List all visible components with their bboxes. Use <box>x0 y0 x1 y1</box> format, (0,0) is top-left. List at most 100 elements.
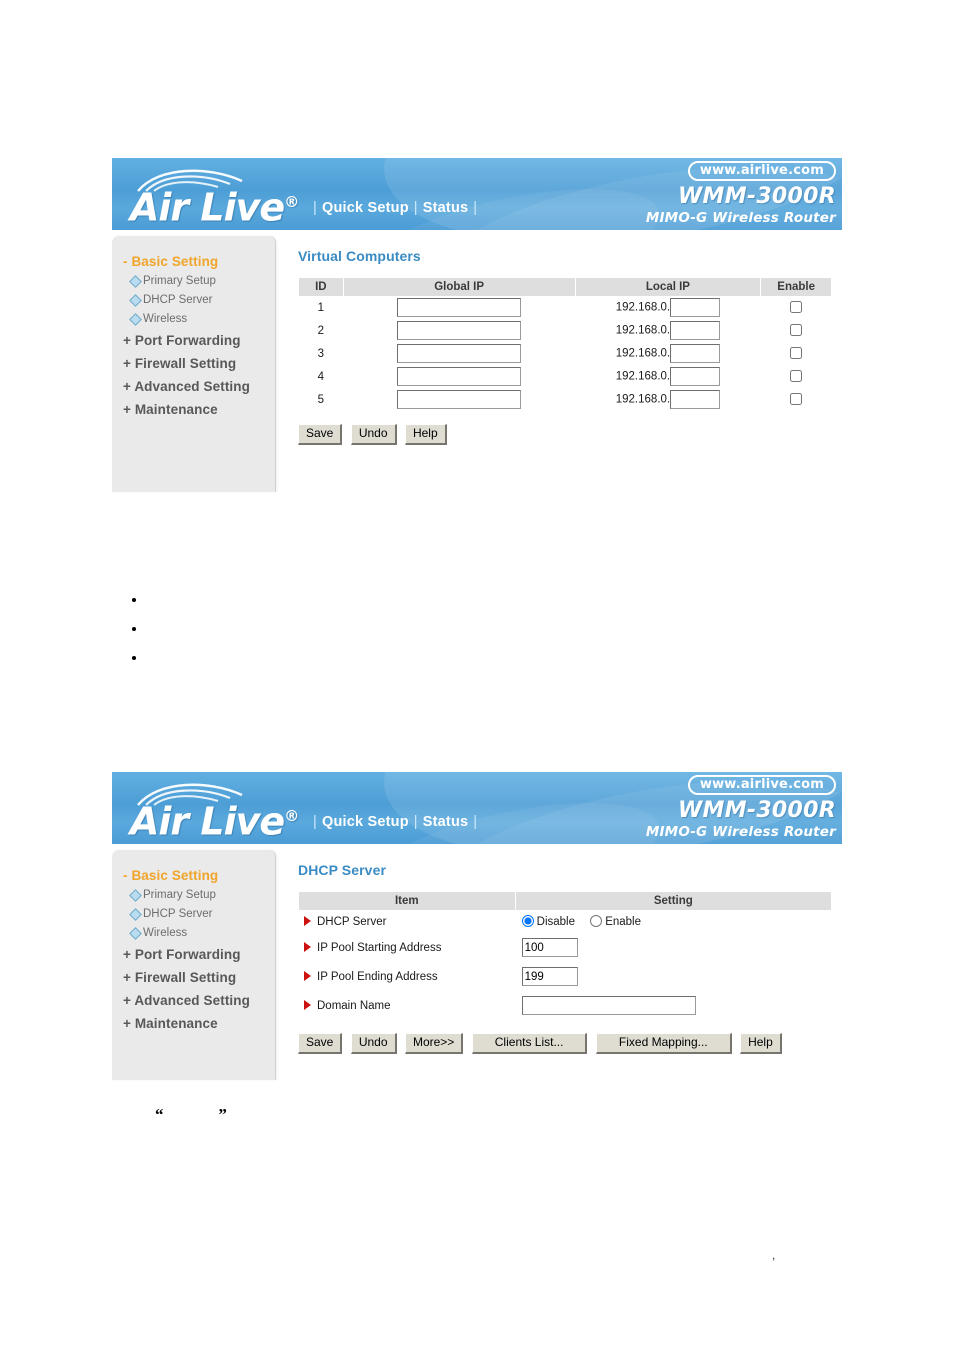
enable-checkbox[interactable] <box>790 301 803 314</box>
global-ip-input[interactable] <box>397 344 522 363</box>
sidebar-item-advanced-setting[interactable]: + Advanced Setting <box>112 375 275 398</box>
sidebar-item-port-forwarding[interactable]: + Port Forwarding <box>112 329 275 352</box>
clients-list-button[interactable]: Clients List... <box>471 1033 588 1054</box>
setting-value-cell: Disable Enable <box>516 910 831 933</box>
page-title: Virtual Computers <box>298 248 421 264</box>
local-ip-suffix-input[interactable] <box>670 298 721 317</box>
virtual-computers-table: ID Global IP Local IP Enable 1 192.168.0… <box>298 278 832 411</box>
quote-close: ” <box>218 1105 228 1124</box>
column-header-setting: Setting <box>515 892 831 910</box>
ip-pool-ending-address-input[interactable] <box>521 967 578 986</box>
sidebar-item-primary-setup[interactable]: Primary Setup <box>112 272 275 291</box>
sidebar-item-dhcp-server[interactable]: DHCP Server <box>112 291 275 310</box>
sidebar-item-basic-setting[interactable]: - Basic Setting <box>112 868 275 886</box>
enable-checkbox[interactable] <box>790 370 803 383</box>
website-url-badge[interactable]: www.airlive.com <box>687 161 836 181</box>
column-header-enable: Enable <box>761 278 831 296</box>
enable-cell <box>761 342 831 365</box>
global-ip-input[interactable] <box>397 390 522 409</box>
local-ip-cell: 192.168.0. <box>576 342 761 365</box>
setting-value-cell <box>516 933 831 962</box>
nav-link-quick-setup[interactable]: Quick Setup <box>322 814 409 830</box>
sidebar-item-firewall-setting[interactable]: + Firewall Setting <box>112 966 275 989</box>
enable-cell <box>761 296 831 319</box>
page-body: - Basic Setting Primary Setup DHCP Serve… <box>112 844 842 1080</box>
sidebar-item-wireless[interactable]: Wireless <box>112 924 275 943</box>
save-button[interactable]: Save <box>298 1033 343 1054</box>
disable-radio[interactable] <box>521 915 534 927</box>
radio-option-enable[interactable]: Enable <box>590 915 642 928</box>
sidebar-item-label: Primary Setup <box>143 275 216 287</box>
local-ip-suffix-input[interactable] <box>670 321 721 340</box>
sidebar-item-firewall-setting[interactable]: + Firewall Setting <box>112 352 275 375</box>
enable-checkbox[interactable] <box>790 347 803 360</box>
row-id: 5 <box>317 393 325 406</box>
page-body: - Basic Setting Primary Setup DHCP Serve… <box>112 230 842 492</box>
diamond-bullet-icon <box>129 275 142 288</box>
sidebar-item-basic-setting[interactable]: - Basic Setting <box>112 254 275 272</box>
sidebar-item-maintenance[interactable]: + Maintenance <box>112 1012 275 1035</box>
logo-wordmark-text: Air Live <box>130 799 285 844</box>
sidebar-item-label: Wireless <box>143 313 188 325</box>
sidebar-item-port-forwarding[interactable]: + Port Forwarding <box>112 943 275 966</box>
more-button[interactable]: More>> <box>404 1033 464 1054</box>
global-ip-cell <box>344 388 575 411</box>
router-admin-panel-dhcp-server: Air Live® | Quick Setup | Status | www.airli… <box>112 772 842 1080</box>
help-button[interactable]: Help <box>740 1033 782 1054</box>
enable-cell <box>761 319 831 342</box>
diamond-bullet-icon <box>129 927 142 940</box>
undo-button[interactable]: Undo <box>350 424 397 445</box>
website-url-badge[interactable]: www.airlive.com <box>687 775 836 795</box>
sidebar-item-label: DHCP Server <box>143 294 213 306</box>
red-arrow-bullet-icon <box>304 915 311 926</box>
global-ip-cell <box>344 342 575 365</box>
sidebar-item-wireless[interactable]: Wireless <box>112 310 275 329</box>
table-row: 3 192.168.0. <box>299 342 831 365</box>
setting-label: DHCP Server <box>317 915 387 928</box>
sidebar-item-maintenance[interactable]: + Maintenance <box>112 398 275 421</box>
local-ip-suffix-input[interactable] <box>670 344 721 363</box>
global-ip-input[interactable] <box>397 367 522 386</box>
help-button[interactable]: Help <box>404 424 447 445</box>
diamond-bullet-icon <box>129 294 142 307</box>
setting-label: Domain Name <box>317 999 391 1012</box>
brand-banner: Air Live® | Quick Setup | Status | www.airli… <box>112 158 842 230</box>
main-content-dhcp-server: DHCP Server Item Setting DHCP Server Dis… <box>298 844 842 1054</box>
table-row: 2 192.168.0. <box>299 319 831 342</box>
sidebar-item-label: Wireless <box>143 927 188 939</box>
global-ip-input[interactable] <box>397 298 522 317</box>
model-name: WMM-3000R <box>677 798 836 823</box>
model-subtitle: MIMO-G Wireless Router <box>645 210 836 226</box>
table-row: IP Pool Starting Address <box>299 933 831 962</box>
quote-open: “ <box>155 1105 164 1124</box>
red-arrow-bullet-icon <box>304 999 311 1010</box>
local-ip-suffix-input[interactable] <box>670 367 721 386</box>
setting-label-cell: IP Pool Ending Address <box>299 962 515 991</box>
sidebar-nav: - Basic Setting Primary Setup DHCP Serve… <box>112 236 276 492</box>
ip-pool-starting-address-input[interactable] <box>521 938 578 957</box>
model-name: WMM-3000R <box>677 184 836 209</box>
enable-checkbox[interactable] <box>790 393 803 406</box>
save-button[interactable]: Save <box>298 424 343 445</box>
sidebar-item-dhcp-server[interactable]: DHCP Server <box>112 905 275 924</box>
local-ip-cell: 192.168.0. <box>576 388 761 411</box>
local-ip-suffix-input[interactable] <box>670 390 721 409</box>
radio-option-disable[interactable]: Disable <box>521 915 575 928</box>
undo-button[interactable]: Undo <box>350 1033 397 1054</box>
fixed-mapping-button[interactable]: Fixed Mapping... <box>595 1033 732 1054</box>
nav-separator: | <box>413 814 418 830</box>
brand-banner: Air Live® | Quick Setup | Status | www.airli… <box>112 772 842 844</box>
enable-checkbox[interactable] <box>790 324 803 337</box>
sidebar-item-primary-setup[interactable]: Primary Setup <box>112 886 275 905</box>
sidebar-item-advanced-setting[interactable]: + Advanced Setting <box>112 989 275 1012</box>
column-header-id: ID <box>299 278 343 296</box>
domain-name-input[interactable] <box>521 996 696 1015</box>
setting-value-cell <box>516 991 831 1020</box>
nav-link-quick-setup[interactable]: Quick Setup <box>322 200 409 216</box>
enable-cell <box>761 388 831 411</box>
enable-radio[interactable] <box>590 915 603 927</box>
setting-label: IP Pool Starting Address <box>317 941 442 954</box>
global-ip-input[interactable] <box>397 321 522 340</box>
column-header-local-ip: Local IP <box>575 278 761 296</box>
radio-label: Enable <box>605 916 642 928</box>
